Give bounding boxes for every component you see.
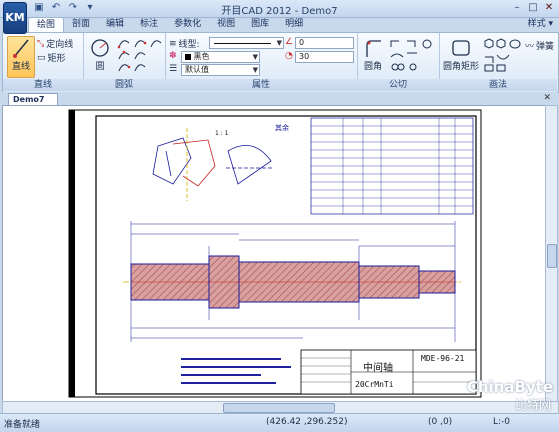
status-ready: 准备就绪: [4, 420, 41, 430]
spring-button[interactable]: 〰 弹簧: [525, 39, 554, 52]
angle-icon: ∠: [285, 37, 294, 47]
vertical-scrollbar[interactable]: [545, 105, 558, 403]
linetype-icon: ≡: [169, 38, 177, 49]
drawing-canvas[interactable]: 1 : 1 其余 中间轴 MDE-96-21 20CrMnTi: [2, 105, 547, 403]
title-bar: ▣ ↶ ↷ ▾ 开目CAD 2012 - Demo7 – □ ✕: [0, 0, 559, 18]
tab-edit[interactable]: 编辑: [98, 17, 132, 32]
group-draw-method-label: 画法: [439, 79, 557, 91]
ribbon: 直线 ⤡ 定向线 ▭ 矩形 直线 圆 圆弧 ≡ 线型: ▼ ✽ 黑色 ▼ ☰ 默…: [2, 32, 559, 93]
circle-icon: [91, 39, 109, 57]
round-rect-icon: [452, 40, 470, 56]
style-menu-label: 样式: [527, 19, 546, 29]
vertical-scroll-thumb[interactable]: [547, 244, 557, 268]
close-document-icon[interactable]: ✕: [543, 93, 551, 103]
group-tangent-label: 公切: [357, 79, 439, 91]
arc-tools-icons[interactable]: [117, 37, 163, 73]
line-tool-icon: [13, 39, 29, 58]
window-title: 开目CAD 2012 - Demo7: [221, 6, 338, 17]
tab-section[interactable]: 剖面: [64, 17, 98, 32]
material: 20CrMnTi: [355, 380, 394, 389]
color-palette-icon: ✽: [169, 51, 177, 61]
tab-annotate[interactable]: 标注: [132, 17, 166, 32]
fillet-button-label: 圆角: [363, 62, 382, 72]
document-tab-bar: Demo7 ✕: [2, 92, 557, 106]
linetype-sample: [214, 43, 271, 44]
part-name: 中间轴: [363, 363, 393, 374]
layer-row: ☰: [169, 64, 177, 74]
spring-label: 弹簧: [536, 42, 555, 52]
layer-indicator: L:-0: [493, 417, 511, 427]
tab-parametric[interactable]: 参数化: [166, 17, 209, 32]
radius-icon: ◔: [285, 51, 293, 61]
circle-button-label: 圆: [95, 62, 105, 72]
tab-draw[interactable]: 绘图: [28, 17, 65, 33]
watermark-line1: ChinaByte: [466, 378, 553, 396]
tab-view[interactable]: 视图: [209, 17, 243, 32]
group-line: 直线 ⤡ 定向线 ▭ 矩形 直线: [3, 33, 84, 91]
linetype-row: ≡ 线型:: [169, 37, 200, 51]
style-menu[interactable]: 样式 ▾: [528, 17, 553, 32]
fixed-direction-line-button[interactable]: ⤡ 定向线: [37, 37, 74, 51]
sheet-left-edge: [69, 110, 75, 397]
line-button-label: 直线: [11, 62, 30, 72]
shape-tools-icons[interactable]: [483, 37, 523, 73]
group-draw-method: 圆角矩形 〰 弹簧 画法: [439, 33, 557, 91]
color-row: ✽: [169, 51, 177, 61]
tab-details[interactable]: 明细: [277, 17, 311, 32]
group-properties-label: 属性: [165, 79, 357, 91]
linetype-select[interactable]: ▼: [209, 37, 284, 49]
group-line-label: 直线: [3, 79, 83, 91]
field-one-input[interactable]: 0: [295, 37, 354, 49]
rectangle-label: 矩形: [47, 54, 66, 64]
linetype-label: 线型:: [178, 40, 200, 50]
origin-coordinates: (0 ,0): [428, 417, 453, 427]
cad-drawing: 1 : 1 其余: [68, 109, 482, 398]
fillet-button[interactable]: 圆角: [361, 37, 385, 77]
layer-select[interactable]: 默认值 ▼: [181, 64, 260, 76]
status-bar: 准备就绪 (426.42 ,296.252) (0 ,0) L:-0: [0, 413, 559, 432]
spring-icon: 〰: [525, 42, 535, 52]
color-swatch: [185, 53, 191, 60]
round-rect-button[interactable]: 圆角矩形: [441, 37, 481, 77]
fixed-line-label: 定向线: [46, 40, 74, 50]
tab-library[interactable]: 图库: [243, 17, 277, 32]
fillet-icon: [366, 40, 381, 57]
maximize-icon[interactable]: □: [526, 1, 540, 14]
circle-button[interactable]: 圆: [88, 37, 112, 77]
layer-icon: ☰: [169, 64, 178, 74]
tangent-tools-icons[interactable]: [389, 37, 435, 73]
chevron-down-icon: ▼: [252, 53, 258, 61]
window-controls: – □ ✕: [510, 1, 556, 14]
rectangle-icon: ▭: [37, 52, 46, 63]
layer-value: 默认值: [185, 65, 209, 74]
group-tangent: 圆角 公切: [357, 33, 440, 91]
group-arc: 圆 圆弧: [83, 33, 166, 91]
roughness-note: 其余: [275, 123, 289, 132]
group-properties: ≡ 线型: ▼ ✽ 黑色 ▼ ☰ 默认值 ▼ ∠ 0 ◔ 30 属性: [165, 33, 358, 91]
rectangle-button[interactable]: ▭ 矩形: [37, 51, 66, 65]
chevron-down-icon: ▼: [276, 39, 282, 47]
horizontal-scroll-thumb[interactable]: [223, 403, 335, 413]
fixed-line-icon: ⤡: [37, 38, 45, 49]
ribbon-tabs: 绘图 剖面 编辑 标注 参数化 视图 图库 明细: [28, 17, 311, 33]
color-select[interactable]: 黑色 ▼: [181, 51, 260, 63]
group-arc-label: 圆弧: [83, 79, 165, 91]
drawing-number: MDE-96-21: [421, 354, 465, 363]
cursor-coordinates: (426.42 ,296.252): [266, 417, 348, 427]
field-two-input[interactable]: 30: [295, 51, 354, 63]
close-icon[interactable]: ✕: [542, 1, 556, 14]
line-button[interactable]: 直线: [7, 36, 35, 78]
color-value: 黑色: [193, 52, 210, 61]
app-logo[interactable]: KM: [3, 2, 27, 34]
round-rect-label: 圆角矩形: [442, 62, 479, 72]
chevron-down-icon: ▼: [252, 66, 258, 74]
section-label: 1 : 1: [215, 130, 229, 137]
watermark-line2: 比特网: [514, 398, 551, 412]
minimize-icon[interactable]: –: [510, 1, 524, 14]
